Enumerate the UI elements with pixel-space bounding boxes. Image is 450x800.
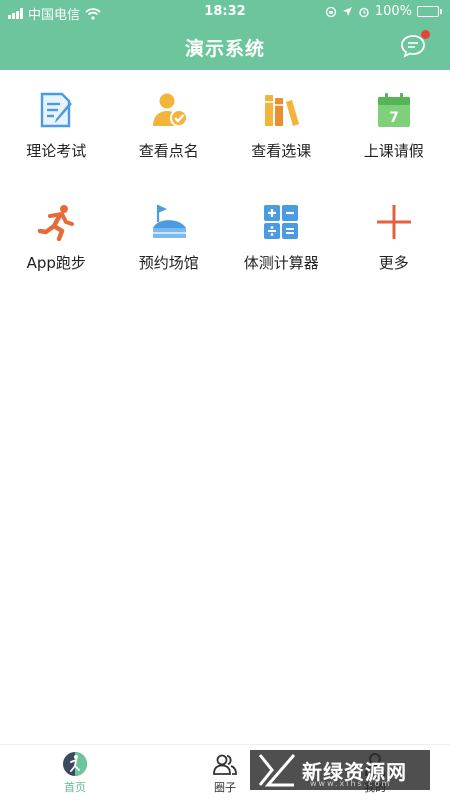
location-icon: [342, 7, 352, 16]
watermark-logo-icon: [258, 754, 296, 787]
lock-rotation-icon: [325, 6, 336, 17]
menu-item-label: 上课请假: [363, 142, 424, 160]
menu-item-running[interactable]: App跑步: [0, 200, 113, 312]
alarm-icon: [359, 7, 369, 17]
roll-call-icon: [152, 93, 188, 127]
exam-doc-icon: [41, 92, 73, 128]
unread-badge: [421, 30, 430, 39]
menu-item-label: 理论考试: [26, 142, 87, 160]
stadium-icon: [152, 205, 186, 238]
tab-home[interactable]: 首页: [0, 745, 150, 800]
running-icon: [38, 205, 75, 242]
calculator-icon: [264, 205, 299, 239]
svg-text:7: 7: [389, 110, 399, 126]
menu-item-label: 更多: [378, 254, 409, 272]
plus-icon: [376, 205, 411, 239]
menu-item-calculator[interactable]: 体测计算器: [225, 200, 338, 312]
menu-item-roll-call[interactable]: 查看点名: [113, 88, 226, 200]
menu-item-label: 查看点名: [138, 142, 199, 160]
menu-item-courses[interactable]: 查看选课: [225, 88, 338, 200]
group-icon: [213, 754, 237, 775]
tab-label: 首页: [64, 781, 86, 794]
message-button[interactable]: [400, 30, 430, 58]
books-icon: [265, 95, 300, 126]
top-bar: 中国电信 18:32 100% 演示系统: [0, 0, 450, 70]
menu-item-leave[interactable]: 7 上课请假: [338, 88, 450, 200]
function-row: 理论考试 查看点名 查看选课 7 上课请假: [0, 88, 450, 200]
watermark-url: www.xlhs.com: [310, 779, 392, 788]
menu-item-venue[interactable]: 预约场馆: [113, 200, 226, 312]
function-grid: 理论考试 查看点名 查看选课 7 上课请假 App跑步 预约场馆 体测计算器 更…: [0, 88, 450, 312]
battery-icon: [417, 6, 442, 17]
tab-label: 圈子: [214, 781, 236, 794]
function-row: App跑步 预约场馆 体测计算器 更多: [0, 200, 450, 312]
home-runner-icon: [63, 752, 87, 776]
menu-item-label: 体测计算器: [243, 254, 319, 272]
menu-item-exam[interactable]: 理论考试: [0, 88, 113, 200]
calendar-icon: 7: [377, 93, 410, 127]
battery-label: 100%: [374, 4, 412, 19]
status-bar: 中国电信 18:32 100%: [0, 0, 450, 24]
menu-item-label: 查看选课: [251, 142, 312, 160]
menu-item-more[interactable]: 更多: [338, 200, 450, 312]
menu-item-label: 预约场馆: [138, 254, 199, 272]
page-title: 演示系统: [184, 38, 265, 60]
status-right: 100%: [325, 4, 442, 19]
menu-item-label: App跑步: [26, 254, 86, 272]
watermark: 新绿资源网 www.xlhs.com: [250, 750, 430, 790]
